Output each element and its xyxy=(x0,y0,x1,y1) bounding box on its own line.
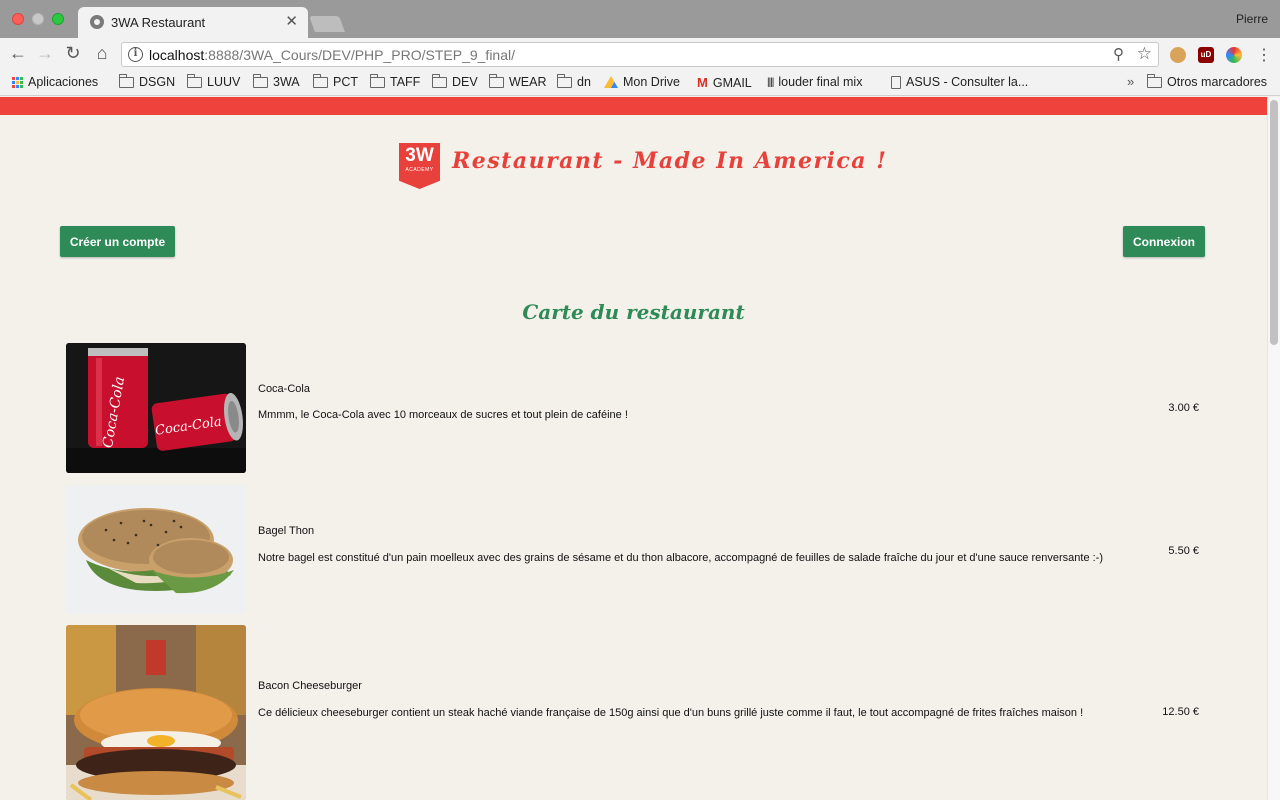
scrollbar[interactable] xyxy=(1267,97,1280,800)
item-price: 3.00 € xyxy=(1168,402,1199,414)
ublock-extension-icon[interactable]: uD xyxy=(1198,47,1214,63)
bookmark-louder[interactable]: |||| louder final mix xyxy=(767,75,862,89)
logo-text: 3W xyxy=(405,145,434,166)
new-tab-button[interactable] xyxy=(309,16,345,32)
folder-icon xyxy=(488,73,504,88)
bookmarks-bar: Aplicaciones DSGN LUUV 3WA PCT TAFF DEV … xyxy=(0,71,1280,96)
gmail-icon: M xyxy=(697,75,708,90)
folder-icon xyxy=(431,73,447,88)
close-window-button[interactable] xyxy=(12,13,24,25)
bookmark-star-icon[interactable]: ☆ xyxy=(1137,44,1152,64)
google-drive-icon xyxy=(604,76,618,88)
page-icon xyxy=(891,75,901,89)
folder-icon xyxy=(118,73,134,88)
folder-icon xyxy=(556,73,572,88)
address-bar[interactable]: i localhost:8888/3WA_Cours/DEV/PHP_PRO/S… xyxy=(121,42,1159,67)
bookmark-folder[interactable]: dn xyxy=(556,73,591,89)
item-name: Coca-Cola xyxy=(258,383,310,395)
menu-item: Bagel Thon Notre bagel est constitué d'u… xyxy=(66,485,1206,614)
bookmark-drive[interactable]: Mon Drive xyxy=(604,75,680,89)
scrollbar-thumb[interactable] xyxy=(1270,100,1278,345)
item-name: Bagel Thon xyxy=(258,525,315,537)
bookmark-other[interactable]: Otros marcadores xyxy=(1146,73,1267,89)
browser-menu-icon[interactable]: ⋮ xyxy=(1256,45,1272,65)
browser-titlebar: 3WA Restaurant ✕ Pierre xyxy=(0,0,1280,38)
item-description: Notre bagel est constitué d'un pain moel… xyxy=(258,552,1103,564)
item-name: Bacon Cheeseburger xyxy=(258,680,362,692)
close-tab-icon[interactable]: ✕ xyxy=(285,12,298,30)
bookmark-folder[interactable]: WEAR xyxy=(488,73,547,89)
bookmark-folder[interactable]: TAFF xyxy=(369,73,420,89)
minimize-window-button[interactable] xyxy=(32,13,44,25)
favicon-icon xyxy=(90,15,104,29)
folder-icon xyxy=(369,73,385,88)
bookmark-folder[interactable]: DEV xyxy=(431,73,478,89)
apps-grid-icon xyxy=(12,76,23,88)
bagel-image xyxy=(66,485,246,614)
color-extension-icon[interactable] xyxy=(1226,47,1242,63)
home-icon[interactable]: ⌂ xyxy=(92,43,112,64)
bookmark-asus[interactable]: ASUS - Consulter la... xyxy=(891,75,1028,89)
bookmark-folder[interactable]: PCT xyxy=(312,73,358,89)
cheeseburger-image xyxy=(66,625,246,800)
info-icon[interactable]: i xyxy=(128,47,143,62)
browser-toolbar: ← → ↻ ⌂ i localhost:8888/3WA_Cours/DEV/P… xyxy=(0,38,1280,71)
browser-tab[interactable]: 3WA Restaurant ✕ xyxy=(78,7,308,38)
back-icon[interactable]: ← xyxy=(8,43,28,64)
bookmark-folder[interactable]: LUUV xyxy=(186,73,240,89)
maximize-window-button[interactable] xyxy=(52,13,64,25)
forward-icon[interactable]: → xyxy=(35,43,55,64)
logo-subtext: ACADEMY xyxy=(405,167,434,173)
zoom-icon[interactable]: ⚲ xyxy=(1113,45,1124,63)
web-page: 3W ACADEMY Restaurant - Made In America … xyxy=(0,97,1267,800)
folder-icon xyxy=(252,73,268,88)
menu-heading: Carte du restaurant xyxy=(522,300,745,324)
bookmark-folder[interactable]: 3WA xyxy=(252,73,300,89)
login-button[interactable]: Connexion xyxy=(1123,226,1205,257)
item-price: 5.50 € xyxy=(1168,545,1199,557)
barcode-icon: |||| xyxy=(767,76,774,88)
create-account-button[interactable]: Créer un compte xyxy=(60,226,175,257)
cookie-extension-icon[interactable] xyxy=(1170,47,1186,63)
menu-item: Coca-Cola Coca-Cola Coca-Cola Mmmm, le C… xyxy=(66,343,1206,473)
top-accent-bar xyxy=(0,97,1267,115)
folder-icon xyxy=(186,73,202,88)
item-price: 12.50 € xyxy=(1162,706,1199,718)
folder-icon xyxy=(1146,73,1162,88)
more-bookmarks-icon[interactable]: » xyxy=(1127,74,1134,89)
coca-cola-image: Coca-Cola Coca-Cola xyxy=(66,343,246,473)
url-text[interactable]: localhost:8888/3WA_Cours/DEV/PHP_PRO/STE… xyxy=(149,47,515,63)
logo[interactable]: 3W ACADEMY xyxy=(399,143,440,189)
bookmark-folder[interactable]: DSGN xyxy=(118,73,175,89)
item-description: Mmmm, le Coca-Cola avec 10 morceaux de s… xyxy=(258,409,628,421)
item-description: Ce délicieux cheeseburger contient un st… xyxy=(258,707,1084,719)
menu-item: Bacon Cheeseburger Ce délicieux cheesebu… xyxy=(66,625,1206,800)
profile-name[interactable]: Pierre xyxy=(1236,12,1268,26)
folder-icon xyxy=(312,73,328,88)
site-title: Restaurant - Made In America ! xyxy=(452,148,888,174)
bookmark-apps[interactable]: Aplicaciones xyxy=(12,75,98,89)
tab-title: 3WA Restaurant xyxy=(111,15,206,30)
reload-icon[interactable]: ↻ xyxy=(63,43,83,64)
bookmark-gmail[interactable]: M GMAIL xyxy=(697,75,752,90)
